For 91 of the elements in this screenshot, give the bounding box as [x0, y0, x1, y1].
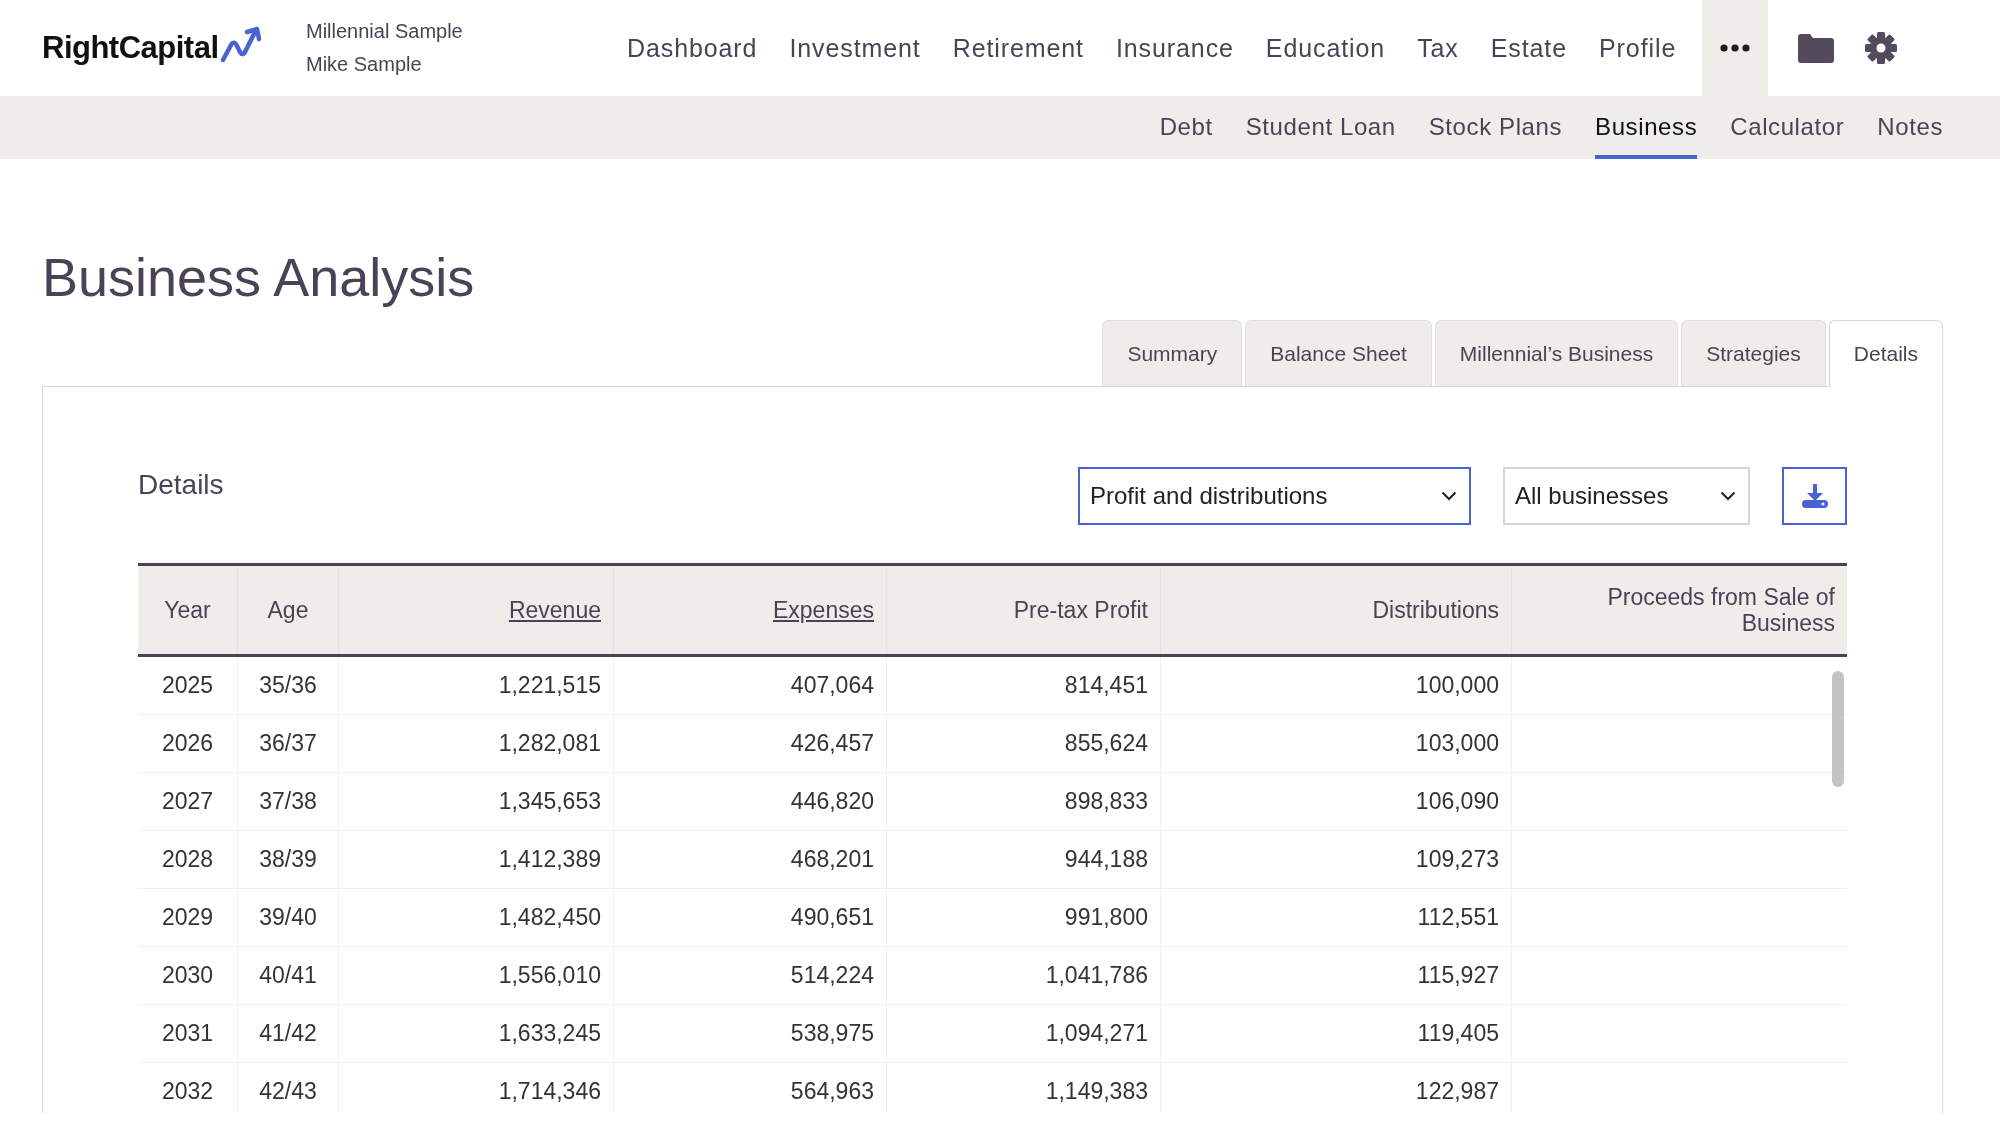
table-cell: 119,405: [1160, 1004, 1512, 1063]
table-cell: 407,064: [613, 655, 887, 715]
settings-icon[interactable]: [1864, 31, 1899, 65]
dropdown[interactable]: All businesses: [1503, 467, 1750, 525]
nav-link[interactable]: Education: [1265, 33, 1386, 63]
table-cell: 855,624: [886, 714, 1161, 773]
nav-link[interactable]: Investment: [789, 33, 921, 63]
sub-nav-tab[interactable]: Stock Plans: [1428, 96, 1563, 159]
table-cell: 1,094,271: [886, 1004, 1161, 1063]
table-cell: 109,273: [1160, 830, 1512, 889]
table-cell: 1,345,653: [338, 772, 614, 831]
table-cell: 2029: [138, 888, 238, 947]
sub-nav-tab[interactable]: Notes: [1877, 96, 1943, 159]
table-cell: 1,041,786: [886, 946, 1161, 1005]
table-cell: 2030: [138, 946, 238, 1005]
column-header-link[interactable]: Expenses: [613, 564, 887, 656]
folder-icon[interactable]: [1798, 33, 1835, 63]
table-cell: 1,221,515: [338, 655, 614, 715]
table-cell: 115,927: [1160, 946, 1512, 1005]
table-cell: 468,201: [613, 830, 887, 889]
table-cell: 112,551: [1160, 888, 1512, 947]
table-cell: 2028: [138, 830, 238, 889]
table-cell: 2031: [138, 1004, 238, 1063]
table-cell: 1,282,081: [338, 714, 614, 773]
sub-nav-tab[interactable]: Business: [1595, 96, 1698, 159]
chevron-down-icon: [1720, 491, 1736, 501]
more-button[interactable]: [1702, 0, 1769, 96]
table-cell: 564,963: [613, 1062, 887, 1113]
table-cell: 1,714,346: [338, 1062, 614, 1113]
table-cell: 2025: [138, 655, 238, 715]
table-cell: 2027: [138, 772, 238, 831]
column-header: Pre-tax Profit: [886, 564, 1161, 656]
nav-link[interactable]: Estate: [1490, 33, 1568, 63]
table-cell: 944,188: [886, 830, 1161, 889]
chevron-down-icon: [1441, 491, 1457, 501]
tab[interactable]: Summary: [1102, 320, 1243, 386]
table-cell: 2032: [138, 1062, 238, 1113]
nav-link[interactable]: Profile: [1599, 33, 1677, 63]
nav-link[interactable]: Retirement: [952, 33, 1084, 63]
table-cell: 538,975: [613, 1004, 887, 1063]
client-name: Millennial Sample: [306, 19, 464, 44]
table-cell: 122,987: [1160, 1062, 1512, 1113]
nav-link[interactable]: Tax: [1417, 33, 1459, 63]
table-cell: 898,833: [886, 772, 1161, 831]
table-cell: 514,224: [613, 946, 887, 1005]
dropdown[interactable]: Profit and distributions: [1078, 467, 1471, 525]
table-cell: 42/43: [237, 1062, 339, 1113]
page-title: Business Analysis: [42, 246, 476, 309]
table-cell: 1,482,450: [338, 888, 614, 947]
table-cell: 100,000: [1160, 655, 1512, 715]
table-cell: 446,820: [613, 772, 887, 831]
table-cell: 38/39: [237, 830, 339, 889]
tab[interactable]: Millennial’s Business: [1434, 320, 1679, 386]
table-cell: 1,633,245: [338, 1004, 614, 1063]
column-header: Age: [237, 564, 339, 656]
column-header-link[interactable]: Revenue: [338, 564, 614, 656]
scrollbar-thumb[interactable]: [1832, 671, 1844, 787]
more-icon: [1720, 44, 1751, 52]
column-header: Year: [138, 564, 238, 656]
table-cell: 36/37: [237, 714, 339, 773]
table-cell: 37/38: [237, 772, 339, 831]
table-cell: 103,000: [1160, 714, 1512, 773]
tab[interactable]: Strategies: [1681, 320, 1826, 386]
table-cell: 2026: [138, 714, 238, 773]
table-cell: 426,457: [613, 714, 887, 773]
table-cell: 41/42: [237, 1004, 339, 1063]
section-title: Details: [138, 469, 224, 501]
table-cell: 35/36: [237, 655, 339, 715]
trend-arrow-icon: [219, 25, 264, 63]
table-cell: 106,090: [1160, 772, 1512, 831]
table-cell: 39/40: [237, 888, 339, 947]
nav-link[interactable]: Dashboard: [627, 33, 758, 63]
table-cell: 490,651: [613, 888, 887, 947]
tab[interactable]: Balance Sheet: [1245, 320, 1432, 386]
sub-nav-tab[interactable]: Calculator: [1730, 96, 1845, 159]
nav-link[interactable]: Insurance: [1115, 33, 1234, 63]
table-cell: 814,451: [886, 655, 1161, 715]
column-header: Proceeds from Sale of Business: [1511, 564, 1847, 656]
table-cell: 40/41: [237, 946, 339, 1005]
sub-nav-tab[interactable]: Debt: [1159, 96, 1213, 159]
table-cell: 1,556,010: [338, 946, 614, 1005]
download-button[interactable]: [1782, 467, 1847, 525]
table-cell: 1,412,389: [338, 830, 614, 889]
client-name: Mike Sample: [306, 52, 423, 77]
table-cell: 991,800: [886, 888, 1161, 947]
tab[interactable]: Details: [1828, 320, 1943, 387]
download-icon: [1801, 484, 1828, 508]
logo-text[interactable]: RightCapital: [42, 30, 219, 66]
sub-nav-tab[interactable]: Student Loan: [1245, 96, 1396, 159]
column-header: Distributions: [1160, 564, 1512, 656]
table-cell: 1,149,383: [886, 1062, 1161, 1113]
